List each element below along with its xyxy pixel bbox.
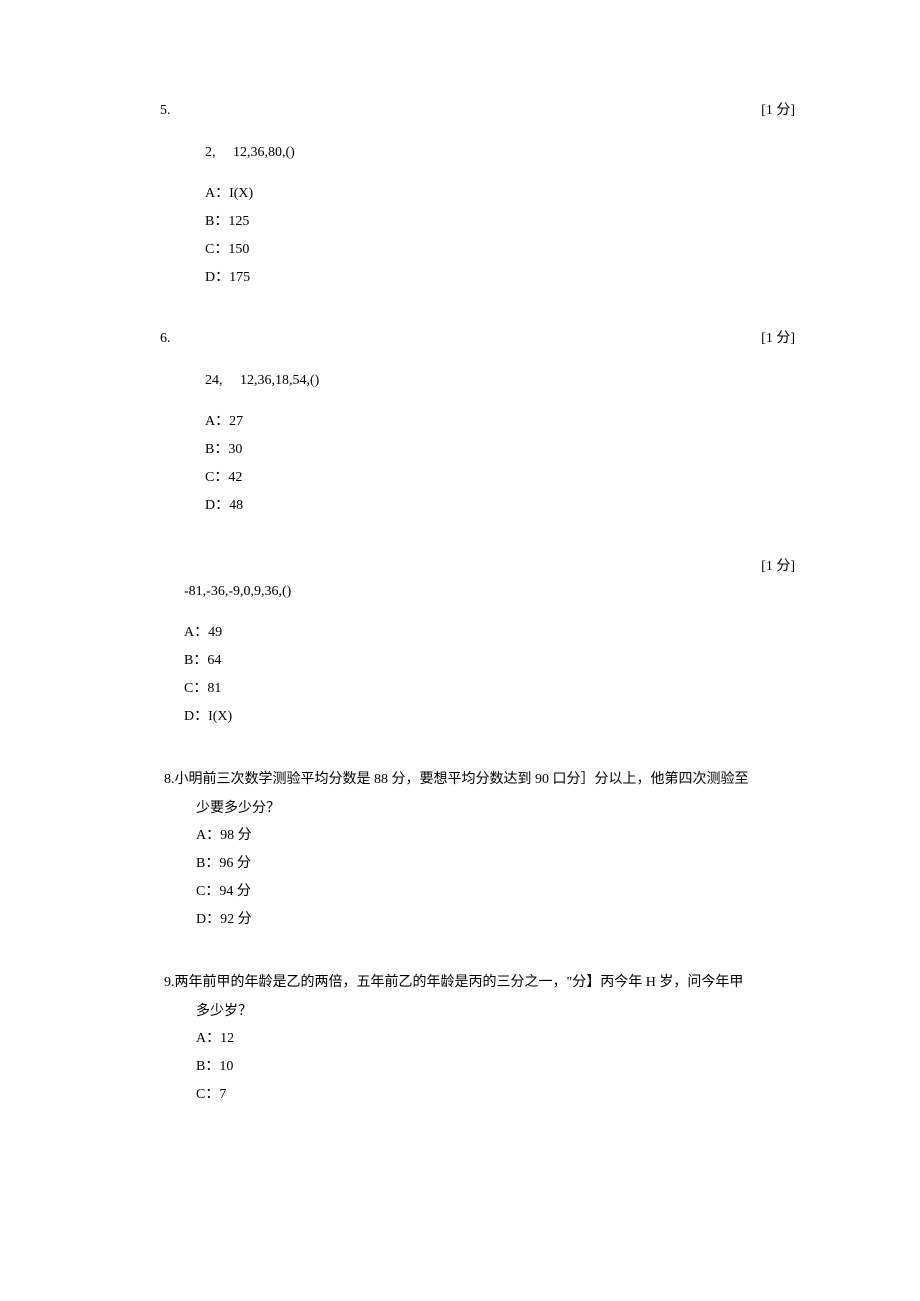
option-c: C：81 xyxy=(184,678,785,699)
question-header: 5. [1 分] xyxy=(170,100,785,120)
question-7: [1 分] -81,-36,-9,0,9,36,() A：49 B：64 C：8… xyxy=(170,556,785,727)
option-d: D：92 分 xyxy=(196,909,785,930)
option-c: C：94 分 xyxy=(196,881,785,902)
sequence-first: 24, xyxy=(205,373,223,388)
option-c: C：7 xyxy=(196,1084,785,1105)
option-d: D：48 xyxy=(205,495,785,516)
sequence-rest: 12,36,80,() xyxy=(233,145,295,160)
question-options: A：27 B：30 C：42 D：48 xyxy=(205,411,785,516)
question-number: 8. xyxy=(164,772,175,787)
option-a: A：I(X) xyxy=(205,183,785,204)
question-points: [1 分] xyxy=(761,328,795,349)
question-text-cont: 少要多少分？ xyxy=(196,798,785,819)
question-sequence: 24, 12,36,18,54,() xyxy=(205,370,785,391)
question-text-cont: 多少岁？ xyxy=(196,1001,785,1022)
option-c: C：42 xyxy=(205,467,785,488)
option-a: A：12 xyxy=(196,1028,785,1049)
question-header: 8.小明前三次数学测验平均分数是 88 分，要想平均分数达到 90 口分］分以上… xyxy=(164,767,785,792)
question-9: 9.两年前甲的年龄是乙的两倍，五年前乙的年龄是丙的三分之一，"分】丙今年 H 岁… xyxy=(164,970,785,1105)
sequence-first: 2, xyxy=(205,145,216,160)
question-sequence: -81,-36,-9,0,9,36,() xyxy=(184,581,785,602)
question-text: 小明前三次数学测验平均分数是 88 分，要想平均分数达到 90 口分］分以上，他… xyxy=(175,772,749,787)
question-sequence: 2, 12,36,80,() xyxy=(205,142,785,163)
option-d: D：I(X) xyxy=(184,706,785,727)
sequence-rest: -81,-36,-9,0,9,36,() xyxy=(184,584,291,599)
question-header: [1 分] xyxy=(170,556,785,576)
option-b: B：30 xyxy=(205,439,785,460)
question-8: 8.小明前三次数学测验平均分数是 88 分，要想平均分数达到 90 口分］分以上… xyxy=(164,767,785,930)
option-d: D：175 xyxy=(205,267,785,288)
question-6: 6. [1 分] 24, 12,36,18,54,() A：27 B：30 C：… xyxy=(170,328,785,516)
option-a: A：98 分 xyxy=(196,825,785,846)
question-number: 6. xyxy=(160,328,171,349)
question-5: 5. [1 分] 2, 12,36,80,() A：I(X) B：125 C：1… xyxy=(170,100,785,288)
question-options: A：49 B：64 C：81 D：I(X) xyxy=(184,622,785,727)
option-b: B：96 分 xyxy=(196,853,785,874)
sequence-rest: 12,36,18,54,() xyxy=(240,373,319,388)
question-points: [1 分] xyxy=(761,100,795,121)
question-text: 两年前甲的年龄是乙的两倍，五年前乙的年龄是丙的三分之一，"分】丙今年 H 岁，问… xyxy=(175,975,744,990)
option-a: A：49 xyxy=(184,622,785,643)
question-options: A：I(X) B：125 C：150 D：175 xyxy=(205,183,785,288)
question-options: A：12 B：10 C：7 xyxy=(196,1028,785,1105)
option-b: B：64 xyxy=(184,650,785,671)
question-header: 9.两年前甲的年龄是乙的两倍，五年前乙的年龄是丙的三分之一，"分】丙今年 H 岁… xyxy=(164,970,785,995)
question-options: A：98 分 B：96 分 C：94 分 D：92 分 xyxy=(196,825,785,930)
option-a: A：27 xyxy=(205,411,785,432)
question-points: [1 分] xyxy=(761,556,795,577)
option-b: B：125 xyxy=(205,211,785,232)
question-number: 5. xyxy=(160,100,171,121)
question-header: 6. [1 分] xyxy=(170,328,785,348)
question-number: 9. xyxy=(164,975,175,990)
option-c: C：150 xyxy=(205,239,785,260)
option-b: B：10 xyxy=(196,1056,785,1077)
